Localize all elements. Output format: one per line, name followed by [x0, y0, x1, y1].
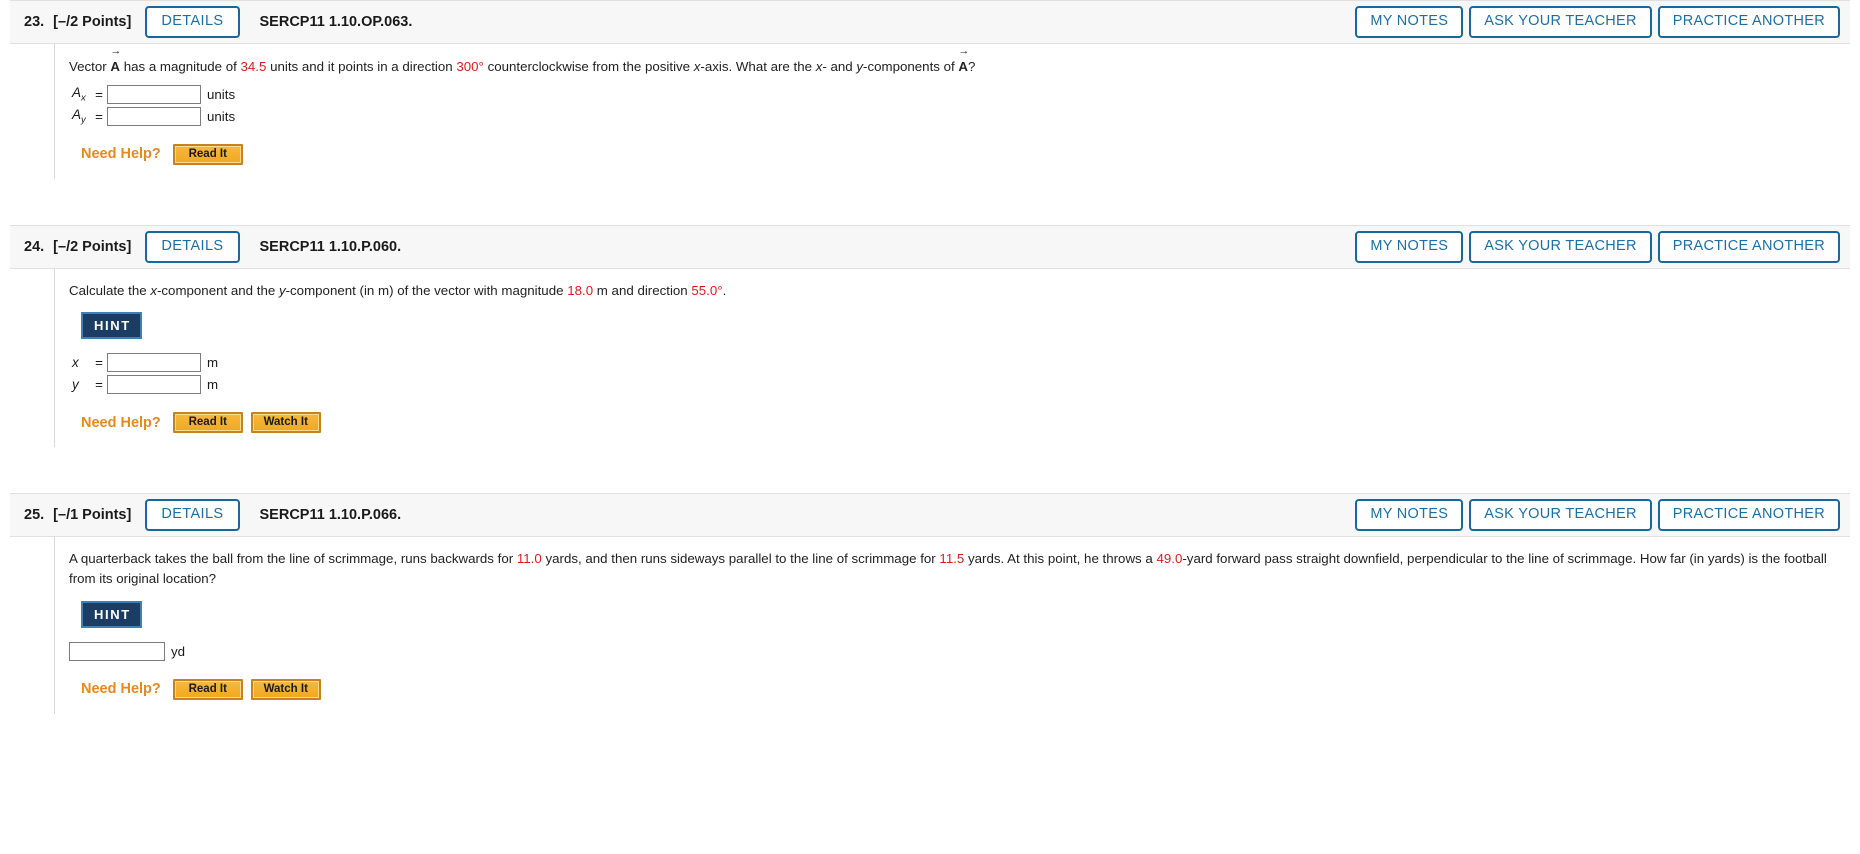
math-variable: x [150, 282, 157, 298]
answer-fields: Ax = units Ay = units [69, 84, 1850, 126]
answer-fields: yd [69, 641, 1850, 661]
math-variable: x [815, 59, 823, 74]
need-help-label: Need Help? [81, 414, 161, 431]
points-label: [–/2 Points] [53, 14, 132, 30]
question-header: 25. [–/1 Points] DETAILS SERCP11 1.10.P.066… [10, 493, 1850, 538]
answer-label: Ay [72, 106, 86, 126]
question-code: SERCP11 1.10.P.066. [259, 507, 402, 524]
assignment-page: 23. [–/2 Points] DETAILS SERCP11 1.10.OP.06… [0, 0, 1860, 714]
answer-row: y = m [69, 375, 1850, 395]
numeric-value: 11.5 [939, 551, 965, 567]
question-code: SERCP11 1.10.P.060. [259, 238, 402, 255]
math-variable: y [856, 59, 864, 74]
answer-input[interactable] [107, 106, 201, 126]
answer-input[interactable] [107, 84, 201, 104]
practice-another-button[interactable]: PRACTICE ANOTHER [1657, 6, 1840, 38]
question-separator [0, 447, 1860, 494]
numeric-value: 11.0 [516, 551, 542, 567]
my-notes-button[interactable]: MY NOTES [1355, 499, 1464, 532]
answer-unit: yd [171, 643, 186, 659]
answer-unit: units [207, 86, 236, 102]
answer-row: yd [69, 641, 1850, 661]
question-prompt: Vector A has a magnitude of 34.5 units a… [69, 46, 1850, 77]
answer-label: y [72, 377, 79, 393]
details-button[interactable]: DETAILS [145, 6, 240, 38]
need-help-label: Need Help? [81, 146, 161, 163]
hint-button[interactable]: HINT [81, 312, 142, 340]
need-help-section: Need Help? Read It Watch It [81, 412, 1850, 434]
question-header: 24. [–/2 Points] DETAILS SERCP11 1.10.P.060… [10, 224, 1850, 269]
answer-fields: x = m y = m [69, 353, 1850, 395]
read-it-button[interactable]: Read It [172, 678, 243, 700]
answer-unit: m [207, 355, 219, 371]
answer-label: x [72, 355, 79, 371]
need-help-section: Need Help? Read It Watch It [81, 678, 1850, 700]
answer-label: Ax [72, 84, 86, 104]
question-prompt: A quarterback takes the ball from the li… [69, 551, 1827, 587]
points-label: [–/1 Points] [53, 507, 132, 524]
vector-symbol: A [958, 46, 968, 77]
details-button[interactable]: DETAILS [145, 499, 240, 532]
watch-it-button[interactable]: Watch It [250, 412, 321, 434]
question-number: 25. [24, 507, 45, 524]
header-actions: MY NOTES ASK YOUR TEACHER PRACTICE ANOTHER [1355, 499, 1840, 532]
my-notes-button[interactable]: MY NOTES [1355, 230, 1464, 263]
equals-sign: = [95, 355, 103, 371]
equals-sign: = [95, 108, 103, 124]
read-it-button[interactable]: Read It [172, 143, 243, 165]
answer-unit: units [207, 108, 236, 124]
math-variable: x [693, 59, 701, 74]
practice-another-button[interactable]: PRACTICE ANOTHER [1657, 499, 1840, 532]
header-actions: MY NOTES ASK YOUR TEACHER PRACTICE ANOTHER [1355, 6, 1840, 38]
ask-your-teacher-button[interactable]: ASK YOUR TEACHER [1469, 499, 1652, 532]
numeric-value: 49.0 [1156, 551, 1183, 567]
question-number: 23. [24, 14, 45, 30]
answer-input[interactable] [107, 375, 201, 395]
answer-unit: m [207, 377, 219, 393]
read-it-button[interactable]: Read It [172, 412, 243, 434]
numeric-value: 300° [456, 59, 484, 74]
numeric-value: 34.5 [240, 59, 267, 74]
question-body: Vector A has a magnitude of 34.5 units a… [54, 44, 1850, 179]
question-block: 23. [–/2 Points] DETAILS SERCP11 1.10.OP.06… [10, 0, 1850, 179]
question-code: SERCP11 1.10.OP.063. [259, 14, 413, 30]
answer-input[interactable] [107, 353, 201, 373]
math-variable: y [278, 282, 286, 298]
need-help-section: Need Help? Read It [81, 143, 1850, 165]
answer-row: Ay = units [69, 106, 1850, 126]
equals-sign: = [95, 86, 103, 102]
question-body: A quarterback takes the ball from the li… [54, 537, 1850, 714]
question-separator [0, 178, 1860, 225]
details-button[interactable]: DETAILS [145, 230, 240, 263]
need-help-label: Need Help? [81, 681, 161, 698]
question-prompt: Calculate the x-component and the y-comp… [69, 282, 727, 298]
questions-list: 23. [–/2 Points] DETAILS SERCP11 1.10.OP.06… [0, 0, 1860, 714]
answer-input[interactable] [69, 641, 165, 661]
equals-sign: = [95, 377, 103, 393]
watch-it-button[interactable]: Watch It [250, 678, 321, 700]
numeric-value: 55.0° [691, 282, 723, 298]
points-label: [–/2 Points] [53, 238, 132, 255]
answer-row: Ax = units [69, 84, 1850, 104]
my-notes-button[interactable]: MY NOTES [1355, 6, 1464, 38]
question-number: 24. [24, 238, 45, 255]
numeric-value: 18.0 [567, 282, 594, 298]
practice-another-button[interactable]: PRACTICE ANOTHER [1657, 230, 1840, 263]
answer-row: x = m [69, 353, 1850, 373]
header-actions: MY NOTES ASK YOUR TEACHER PRACTICE ANOTHER [1355, 230, 1840, 263]
ask-your-teacher-button[interactable]: ASK YOUR TEACHER [1469, 6, 1652, 38]
ask-your-teacher-button[interactable]: ASK YOUR TEACHER [1469, 230, 1652, 263]
question-block: 24. [–/2 Points] DETAILS SERCP11 1.10.P.060… [10, 224, 1850, 448]
question-header: 23. [–/2 Points] DETAILS SERCP11 1.10.OP.06… [10, 0, 1850, 44]
question-block: 25. [–/1 Points] DETAILS SERCP11 1.10.P.066… [10, 493, 1850, 714]
hint-button[interactable]: HINT [81, 600, 142, 628]
question-body: Calculate the x-component and the y-comp… [54, 268, 1850, 448]
vector-symbol: A [110, 46, 120, 77]
